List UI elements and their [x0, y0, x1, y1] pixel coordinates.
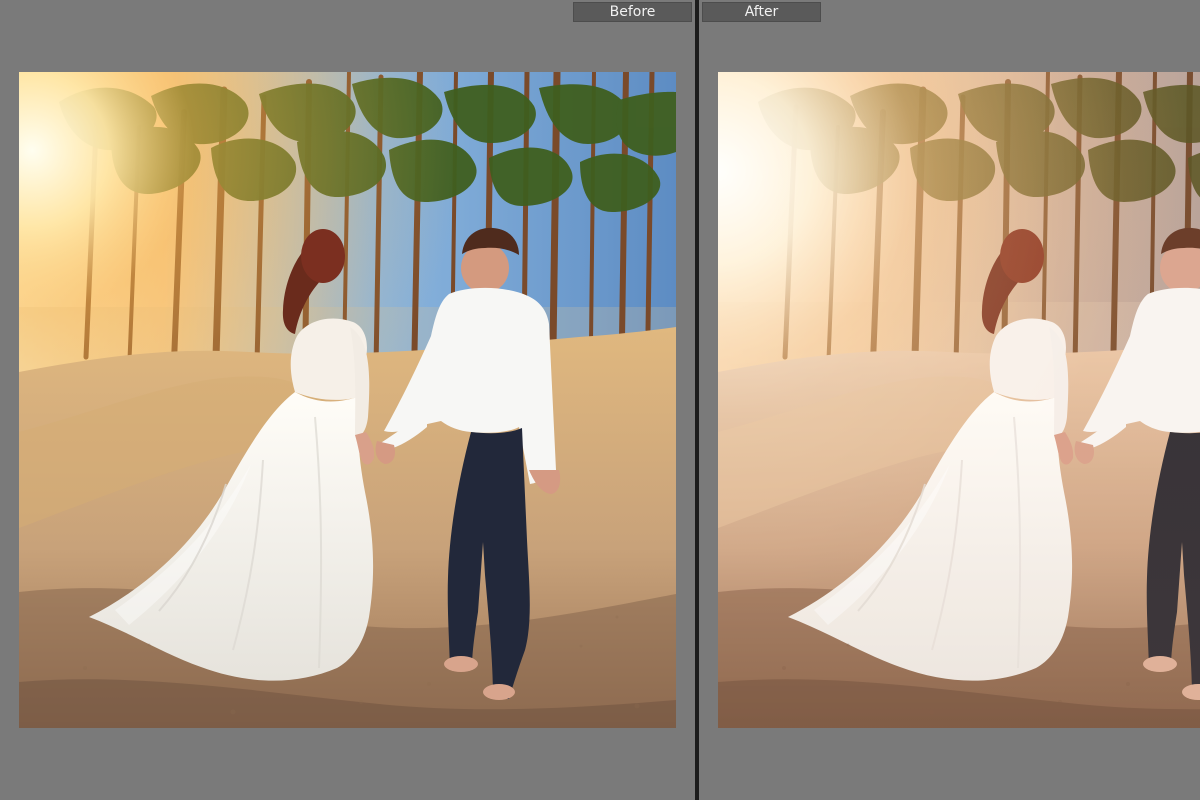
before-pane: Before	[0, 0, 695, 800]
before-after-compare-view: Before After	[0, 0, 1200, 800]
after-pane: After	[699, 0, 1200, 800]
after-photo[interactable]	[718, 72, 1200, 728]
after-label: After	[702, 2, 821, 22]
before-photo[interactable]	[19, 72, 676, 728]
before-label: Before	[573, 2, 692, 22]
wedding-photo-after	[718, 72, 1200, 728]
wedding-photo-before	[19, 72, 676, 728]
